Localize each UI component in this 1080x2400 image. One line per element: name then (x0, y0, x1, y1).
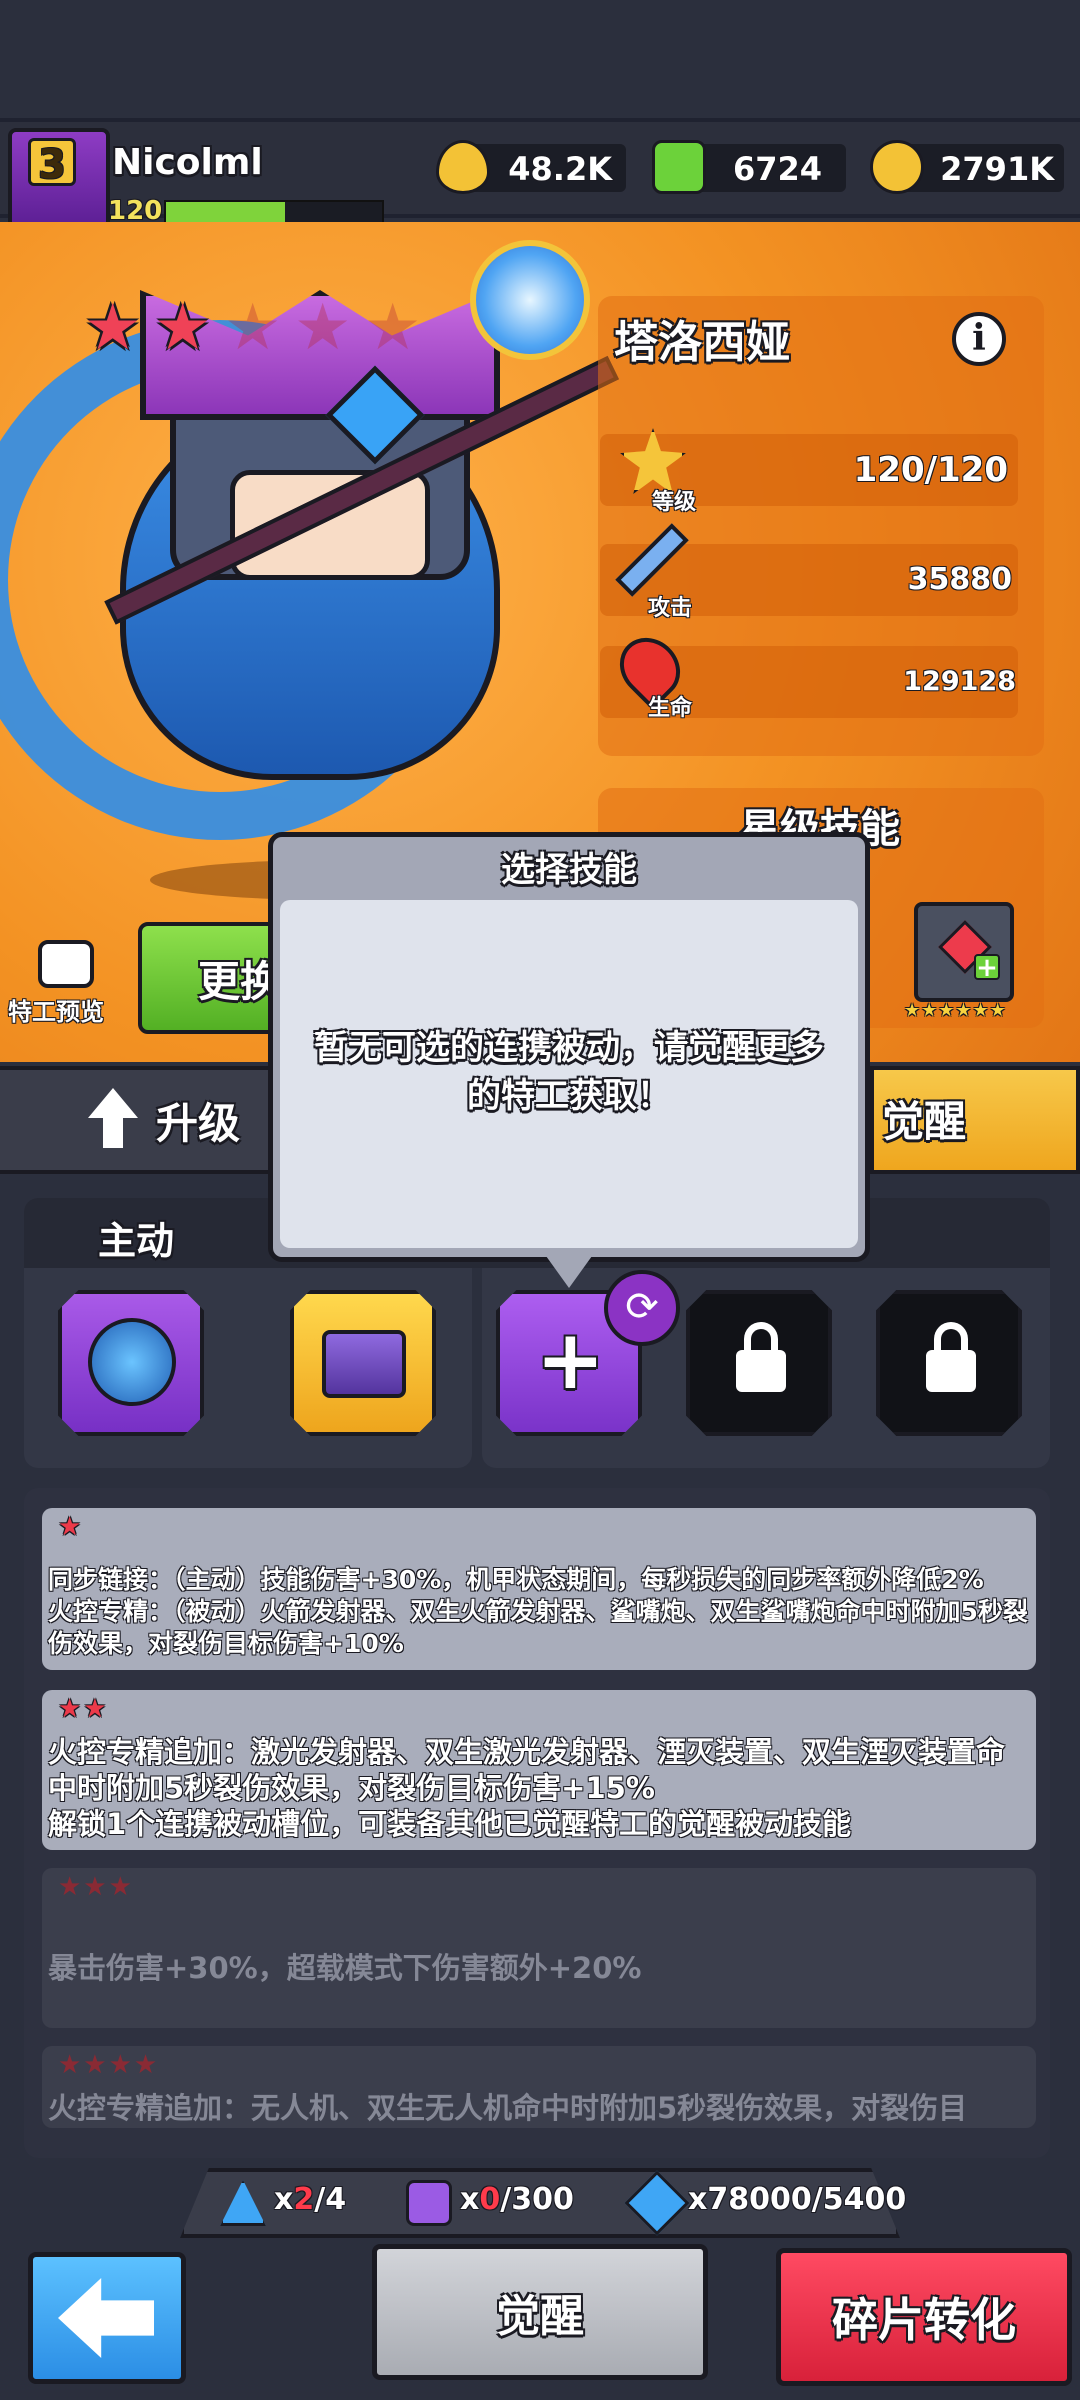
effect-text: 同步链接：（主动）技能伤害+30%，机甲状态期间，每秒损失的同步率额外降低2% … (48, 1565, 1028, 1658)
info-icon[interactable]: i (952, 312, 1006, 366)
star-empty-icon: ★ (294, 291, 352, 365)
star-filled-icon: ★ (154, 291, 212, 365)
awaken-button-label: 觉醒 (496, 2291, 584, 2342)
material-count-blue: x78000/5400 (688, 2182, 907, 2217)
active-skill-label: 主动 (98, 1219, 175, 1263)
star-empty-icon: ★ (364, 291, 422, 365)
shard-convert-label: 碎片转化 (832, 2293, 1016, 2347)
stat-value-attack: 35880 (907, 562, 1012, 597)
hero-staff-orb (470, 240, 590, 360)
effect-stars: ★★★★ (58, 2050, 160, 2080)
gem-value: 6724 (732, 150, 822, 188)
star-empty-icon: ★ (224, 291, 282, 365)
chip-icon (322, 1330, 406, 1398)
popup-message: 暂无可选的连携被动，请觉醒更多的特工获取！ (314, 1028, 824, 1116)
blue-crystal-icon (88, 1318, 176, 1406)
xp-bar (164, 200, 384, 224)
stat-label-level: 等级 (652, 490, 697, 515)
star-filled-icon: ★ (84, 291, 142, 365)
lock-icon (736, 1350, 786, 1392)
star-effect-card-locked (42, 1868, 1036, 2028)
stat-value-level: 120/120 (853, 450, 1008, 490)
material-count-purple: x0/300 (460, 2182, 574, 2217)
purple-shard-icon (406, 2180, 452, 2226)
player-name: Nicolml (112, 142, 263, 183)
effect-stars: ★★★ (58, 1872, 134, 1902)
stat-label-hp: 生命 (648, 696, 693, 721)
lock-icon (926, 1350, 976, 1392)
star-skill-stars: ★★★★★★ (904, 1000, 1007, 1021)
agent-preview-label: 特工预览 (8, 998, 104, 1026)
effect-text: 暴击伤害+30%，超载模式下伤害额外+20% (48, 1951, 642, 1985)
material-count-crystal: x2/4 (274, 2182, 347, 2217)
gold-value: 2791K (940, 150, 1054, 188)
effect-stars: ★ (58, 1512, 84, 1542)
xp-bar-fill (166, 202, 285, 222)
effect-text: 火控专精追加：无人机、双生无人机命中时附加5秒裂伤效果，对裂伤目 (48, 2091, 968, 2125)
tab-upgrade[interactable]: 升级 (156, 1090, 240, 1151)
stat-label-attack: 攻击 (648, 596, 693, 621)
effect-text: 火控专精追加：激光发射器、双生激光发射器、湮灭装置、双生湮灭装置命中时附加5秒裂… (48, 1735, 1006, 1841)
stat-value-hp: 129128 (903, 666, 1016, 697)
effect-stars: ★★ (58, 1694, 109, 1724)
oil-value: 48.2K (508, 150, 612, 188)
tv-icon (38, 940, 94, 988)
tab-awaken-label: 觉醒 (882, 1097, 967, 1146)
popup-title: 选择技能 (501, 850, 637, 890)
player-rank-badge: 3 (28, 138, 76, 188)
hero-name: 塔洛西娅 (614, 317, 790, 368)
plus-icon: + (974, 954, 1000, 981)
swap-icon[interactable]: ⟳ (604, 1270, 680, 1346)
plus-icon: + (536, 1313, 605, 1408)
